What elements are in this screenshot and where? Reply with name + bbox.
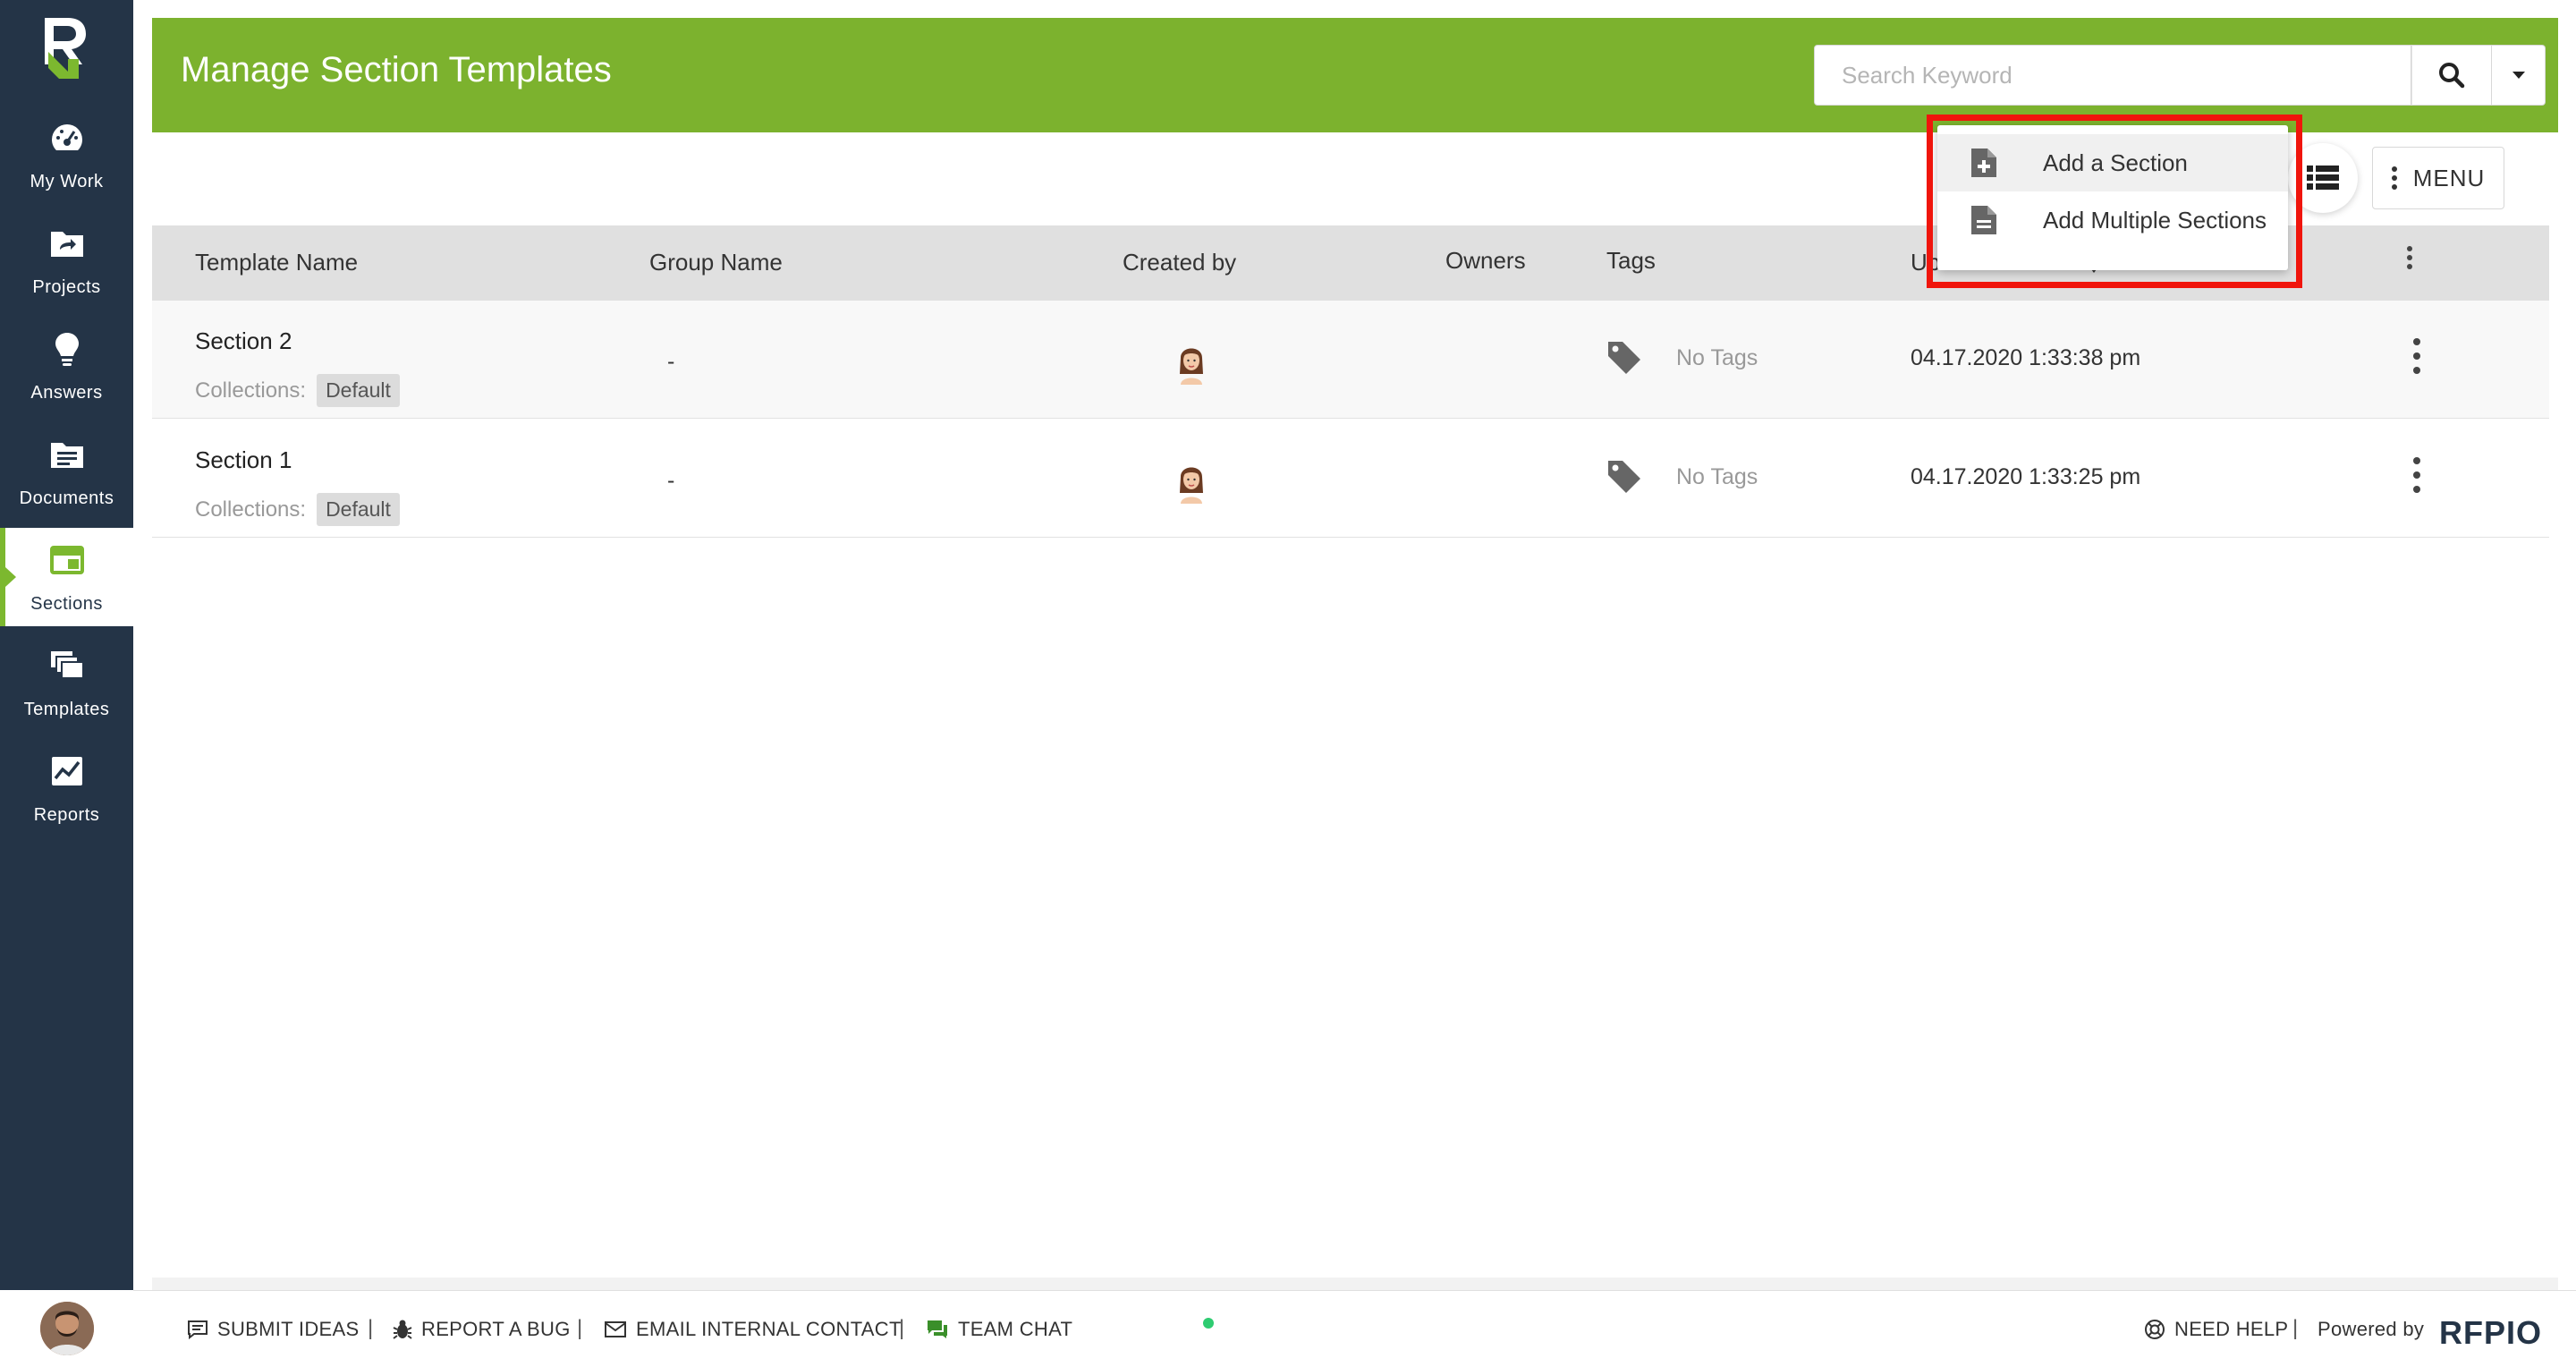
footer-separator: | (899, 1316, 905, 1340)
sidebar-item-label: Templates (23, 700, 110, 719)
sections-icon (49, 542, 85, 578)
list-view-icon (2307, 166, 2339, 190)
online-status-dot (1203, 1318, 1214, 1329)
sidebar-item-label: Reports (33, 805, 100, 825)
sidebar-item-sections[interactable]: Sections (0, 528, 133, 626)
collections-label: Collections: (195, 497, 307, 522)
search-icon (2439, 63, 2465, 89)
creator-avatar (1180, 348, 1203, 385)
sidebar-item-reports[interactable]: Reports (0, 739, 133, 837)
submit-ideas-link[interactable]: SUBMIT IDEAS (187, 1318, 359, 1341)
updated-date: 04.17.2020 1:33:38 pm (1911, 345, 2141, 370)
collections: Collections: Default (195, 374, 400, 407)
lifebuoy-icon (2145, 1320, 2165, 1339)
collection-badge: Default (317, 374, 400, 407)
need-help-label: NEED HELP (2174, 1318, 2289, 1340)
powered-by-label: Powered by (2318, 1318, 2425, 1340)
email-internal-contact-label: EMAIL INTERNAL CONTACT (636, 1318, 902, 1340)
footer-separator: | (577, 1316, 583, 1340)
kebab-icon (2391, 166, 2397, 190)
tags-value: No Tags (1676, 345, 1758, 370)
column-header-group-name[interactable]: Group Name (649, 249, 783, 276)
speedometer-icon (49, 120, 85, 156)
team-chat-link[interactable]: TEAM CHAT (926, 1318, 1072, 1341)
team-chat-label: TEAM CHAT (958, 1318, 1073, 1340)
submit-ideas-label: SUBMIT IDEAS (217, 1318, 360, 1340)
user-avatar-area[interactable] (0, 1290, 133, 1367)
footer: SUBMIT IDEAS | REPORT A BUG | EMAIL INTE… (133, 1290, 2576, 1367)
updated-date: 04.17.2020 1:33:25 pm (1911, 464, 2141, 489)
search-input[interactable] (1814, 45, 2411, 106)
creator-avatar (1180, 467, 1203, 504)
report-bug-link[interactable]: REPORT A BUG (393, 1318, 571, 1341)
collections-label: Collections: (195, 378, 307, 403)
footer-separator: | (368, 1316, 374, 1340)
collections: Collections: Default (195, 493, 400, 526)
need-help-link[interactable]: NEED HELP (2144, 1318, 2288, 1341)
tag-icon (1608, 461, 1640, 493)
sidebar-item-projects[interactable]: Projects (0, 211, 133, 310)
document-folder-icon (49, 437, 85, 472)
page-title: Manage Section Templates (181, 50, 612, 89)
table-row[interactable]: Section 2 Collections: Default - No Tags… (152, 301, 2549, 419)
row-actions-kebab-icon[interactable] (2406, 336, 2428, 376)
footer-separator: | (2292, 1316, 2299, 1340)
group-name: - (667, 468, 675, 493)
bug-icon (393, 1320, 412, 1339)
rfpio-brand[interactable]: RFPIO (2439, 1314, 2542, 1352)
sidebar-item-answers[interactable]: Answers (0, 317, 133, 415)
templates-icon (49, 648, 85, 684)
sidebar-item-templates[interactable]: Templates (0, 633, 133, 732)
tag-icon (1608, 342, 1640, 374)
column-header-created-by[interactable]: Created by (1123, 249, 1236, 276)
rfpio-logo-icon[interactable] (41, 16, 91, 82)
content-bottom-edge (152, 1278, 2558, 1290)
comment-icon (188, 1320, 208, 1339)
search-options-dropdown[interactable] (2492, 45, 2546, 106)
sidebar-item-label: Sections (30, 594, 103, 614)
template-name[interactable]: Section 2 (195, 327, 292, 355)
sidebar-item-my-work[interactable]: My Work (0, 106, 133, 204)
folder-share-icon (49, 225, 85, 261)
template-name[interactable]: Section 1 (195, 446, 292, 474)
envelope-icon (605, 1321, 626, 1337)
row-actions-kebab-icon[interactable] (2406, 455, 2428, 495)
sidebar-item-label: Projects (32, 277, 101, 297)
chart-icon (49, 753, 85, 789)
caret-down-icon (2512, 72, 2525, 79)
column-header-template-name[interactable]: Template Name (195, 249, 358, 276)
sidebar-item-label: Documents (19, 488, 114, 508)
column-options-kebab-icon[interactable] (2406, 245, 2413, 270)
sidebar-item-documents[interactable]: Documents (0, 422, 133, 521)
menu-button-label: MENU (2412, 164, 2486, 191)
avatar[interactable] (39, 1302, 94, 1355)
sidebar-item-label: My Work (30, 172, 104, 191)
group-name: - (667, 349, 675, 374)
search-button[interactable] (2411, 45, 2492, 106)
tags-value: No Tags (1676, 464, 1758, 489)
email-internal-contact-link[interactable]: EMAIL INTERNAL CONTACT (604, 1318, 902, 1341)
column-header-owners: Owners (1445, 247, 1526, 274)
report-bug-label: REPORT A BUG (421, 1318, 571, 1340)
sidebar: My Work Projects Answers Documents Secti… (0, 0, 133, 1367)
annotation-highlight-box (1927, 115, 2302, 288)
column-header-tags: Tags (1606, 247, 1656, 274)
collection-badge: Default (317, 493, 400, 526)
lightbulb-icon (49, 331, 85, 367)
chat-icon (928, 1320, 947, 1338)
table-row[interactable]: Section 1 Collections: Default - No Tags… (152, 420, 2549, 538)
menu-button[interactable]: MENU (2372, 147, 2504, 209)
sidebar-item-label: Answers (30, 383, 103, 403)
